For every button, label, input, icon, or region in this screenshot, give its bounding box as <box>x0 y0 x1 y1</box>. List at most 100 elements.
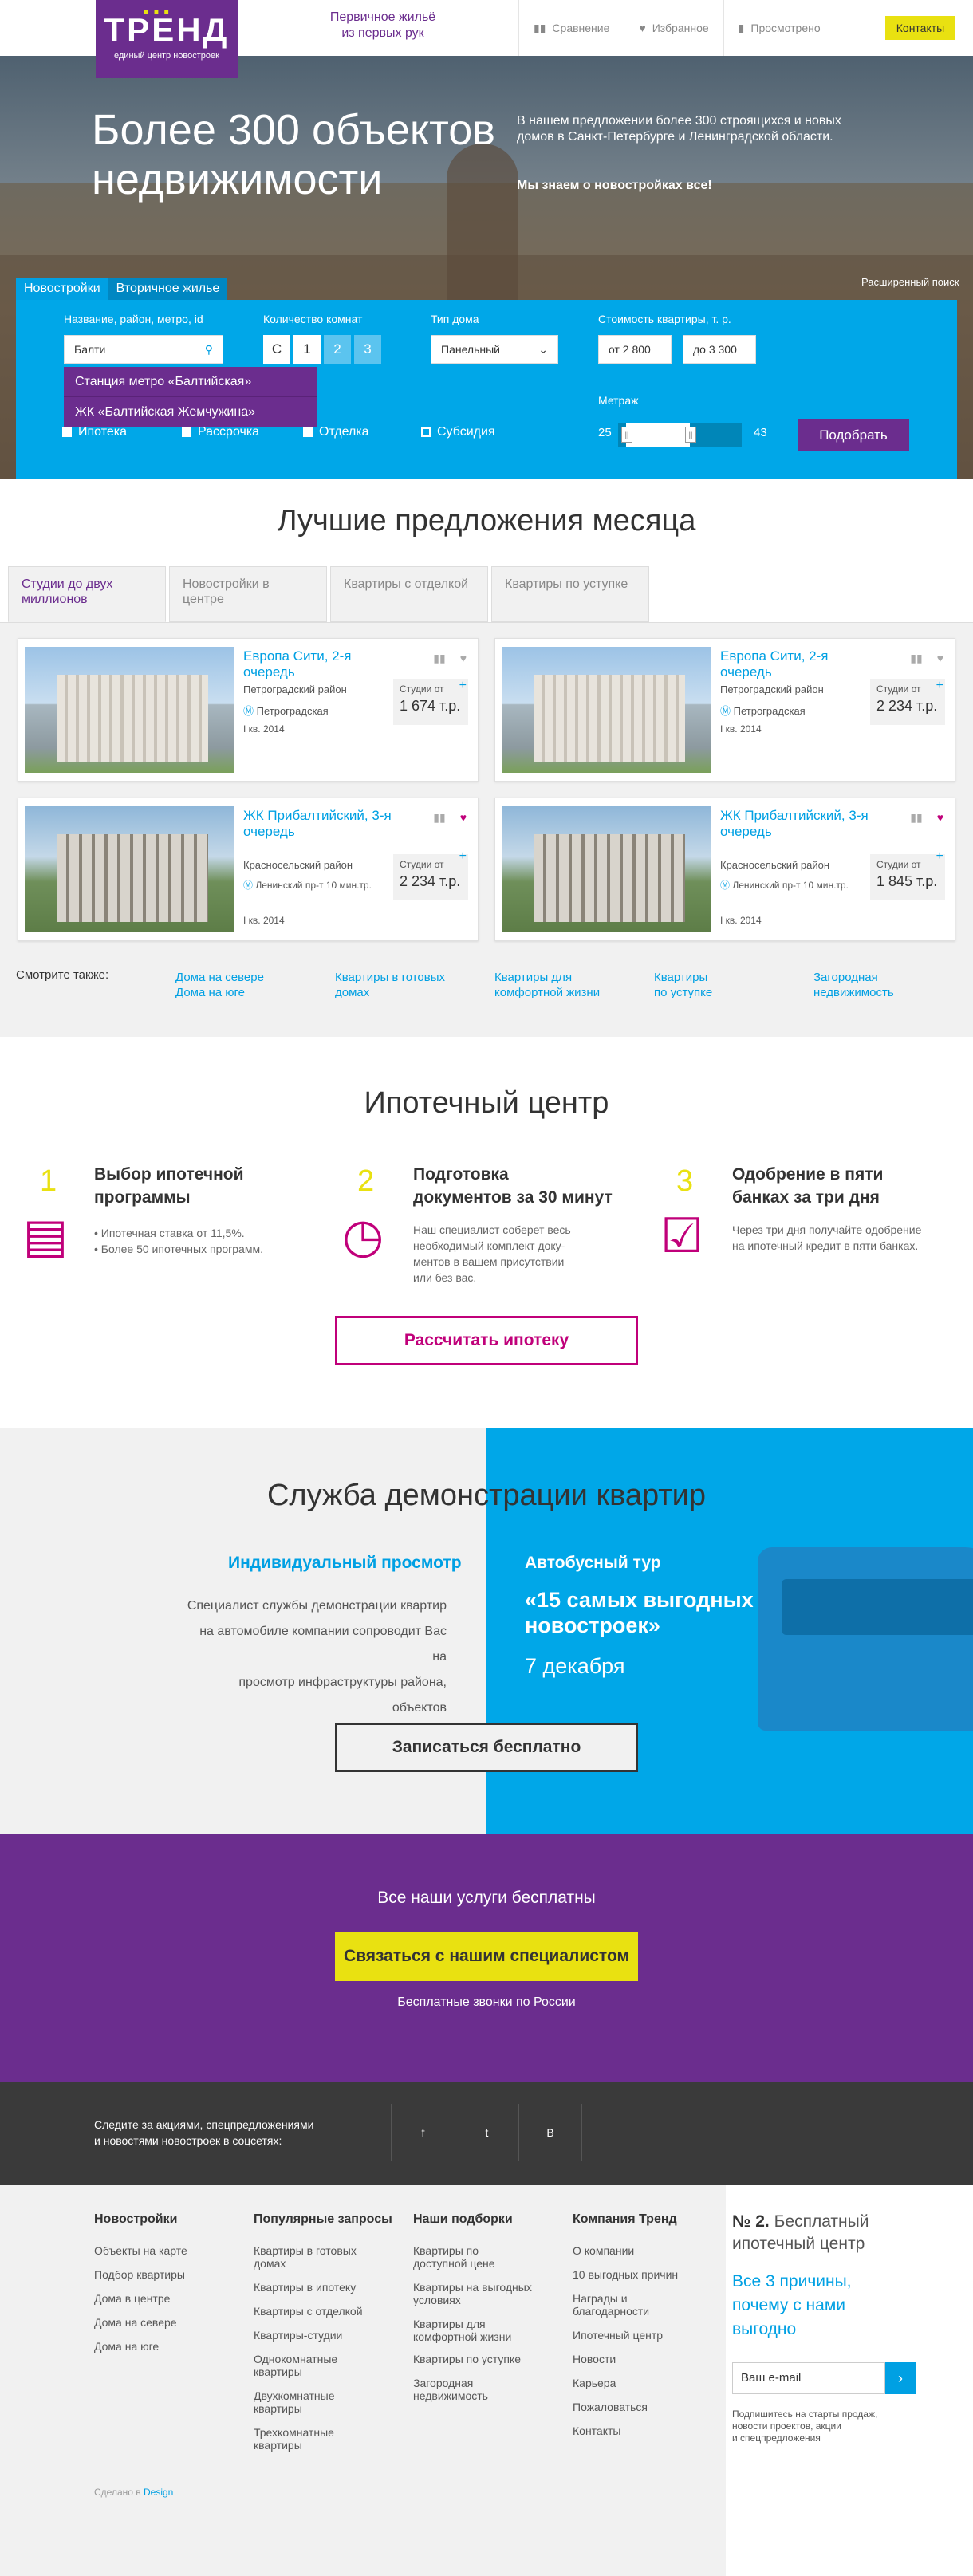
tab-center[interactable]: Новостройки в центре <box>169 566 327 622</box>
search-tabs: Новостройки Вторичное жилье <box>16 278 228 300</box>
tab-secondary[interactable]: Вторичное жилье <box>108 278 228 300</box>
twitter-icon[interactable]: t <box>455 2104 518 2161</box>
nav-favorites[interactable]: ♥ Избранное <box>624 0 723 56</box>
chart-icon: ▮▮ <box>534 21 546 34</box>
see-also-link[interactable]: Квартиры в готовых домах <box>335 970 445 1000</box>
price-from-input[interactable]: от 2 800 <box>598 335 672 364</box>
footer-link[interactable]: Дома на юге <box>94 2340 159 2353</box>
email-input[interactable]: Ваш e-mail <box>732 2362 885 2394</box>
footer-link[interactable]: Ипотечный центр <box>573 2329 663 2342</box>
offer-card[interactable]: Европа Сити, 2-я очередь ▮▮ ♥ Петроградск… <box>494 638 955 782</box>
heart-icon[interactable]: ♥ <box>460 652 467 665</box>
compare-icon[interactable]: ▮▮ <box>433 811 445 825</box>
house-select[interactable]: Панельный ⌄ <box>431 335 558 364</box>
nav-compare[interactable]: ▮▮ Сравнение <box>518 0 624 56</box>
footer-link[interactable]: Квартиры с отделкой <box>254 2305 363 2318</box>
card-district: Красносельский район <box>243 859 353 871</box>
footer-link[interactable]: Дома на севере <box>94 2316 177 2329</box>
footer-link[interactable]: Контакты <box>573 2424 620 2437</box>
card-metro-label: Ленинский пр-т 10 мин.тр. <box>732 880 849 891</box>
heart-icon[interactable]: ♥ <box>937 811 943 825</box>
submit-search-button[interactable]: Подобрать <box>798 419 909 451</box>
suggestion-item[interactable]: Станция метро «Балтийская» <box>64 367 317 397</box>
footer-link[interactable]: О компании <box>573 2244 634 2257</box>
room-3[interactable]: 3 <box>354 335 381 364</box>
room-1[interactable]: 1 <box>293 335 321 364</box>
plus-icon[interactable]: + <box>459 679 467 693</box>
arrow-right-icon[interactable]: › <box>885 2362 916 2394</box>
see-also-link[interactable]: Квартиры для комфортной жизни <box>494 970 600 1000</box>
tab-assignment[interactable]: Квартиры по уступке <box>491 566 649 622</box>
card-actions: ▮▮ ♥ <box>433 652 467 665</box>
offer-card[interactable]: ЖК Прибалтийский, 3-я очередь ▮▮ ♥ Красно… <box>494 798 955 941</box>
compare-icon[interactable]: ▮▮ <box>910 652 922 665</box>
see-also-link[interactable]: Загородная недвижимость <box>813 970 894 1000</box>
heart-icon[interactable]: ♥ <box>460 811 467 825</box>
plus-icon[interactable]: + <box>936 849 943 864</box>
footer-link[interactable]: Новости <box>573 2353 616 2365</box>
footer-link[interactable]: Квартиры-студии <box>254 2329 342 2342</box>
footer-link[interactable]: Трехкомнатные квартиры <box>254 2426 334 2452</box>
plus-icon[interactable]: + <box>459 849 467 864</box>
checkbox-subsidy[interactable]: Субсидия <box>421 425 495 439</box>
footer-link[interactable]: Квартиры в готовых домах <box>254 2244 357 2270</box>
footer-link[interactable]: Пожаловаться <box>573 2401 648 2413</box>
card-title[interactable]: ЖК Прибалтийский, 3-я очередь <box>243 808 403 840</box>
card-title[interactable]: Европа Сити, 2-я очередь <box>720 648 880 680</box>
bus-tour-name: «15 самых выгодных новостроек» <box>525 1588 754 1637</box>
suggestion-item[interactable]: ЖК «Балтийская Жемчужина» <box>64 397 317 427</box>
name-input[interactable]: Балти ⚲ <box>64 335 223 364</box>
slider-handle-min[interactable]: || <box>621 427 632 443</box>
plus-icon[interactable]: + <box>936 679 943 693</box>
footer-link[interactable]: Объекты на карте <box>94 2244 187 2257</box>
footer-link[interactable]: Награды и благодарности <box>573 2292 649 2318</box>
tab-studios[interactable]: Студии до двух миллионов <box>8 566 166 622</box>
footer-link[interactable]: Подбор квартиры <box>94 2268 185 2281</box>
footer-link[interactable]: Квартиры в ипотеку <box>254 2281 356 2294</box>
footer-link[interactable]: Квартиры для комфортной жизни <box>413 2318 511 2343</box>
footer-link[interactable]: Дома в центре <box>94 2292 170 2305</box>
footer-link[interactable]: Однокомнатные квартиры <box>254 2353 337 2378</box>
footer-link[interactable]: Карьера <box>573 2377 616 2389</box>
footer-link[interactable]: 10 выгодных причин <box>573 2268 678 2281</box>
sign-up-button[interactable]: Записаться бесплатно <box>335 1723 638 1772</box>
footer-link[interactable]: Квартиры по доступной цене <box>413 2244 495 2270</box>
card-title[interactable]: Европа Сити, 2-я очередь <box>243 648 403 680</box>
hero-title: Более 300 объектов недвижимости <box>92 106 495 203</box>
room-2[interactable]: 2 <box>324 335 351 364</box>
offer-card[interactable]: Европа Сити, 2-я очередь ▮▮ ♥ Петроградск… <box>18 638 479 782</box>
contacts-button[interactable]: Контакты <box>885 16 955 40</box>
advanced-search-link[interactable]: Расширенный поиск <box>861 276 959 288</box>
footer-link[interactable]: Двухкомнатные квартиры <box>254 2389 335 2415</box>
free-title: Все наши услуги бесплатны <box>377 1889 596 1907</box>
slider-handle-max[interactable]: || <box>685 427 696 443</box>
footer-link[interactable]: Квартиры по уступке <box>413 2353 521 2365</box>
facebook-icon[interactable]: f <box>391 2104 455 2161</box>
tab-finishing[interactable]: Квартиры с отделкой <box>330 566 488 622</box>
see-also-link[interactable]: Квартиры по уступке <box>654 970 712 1000</box>
card-price: Студии от 2 234 т.р. <box>393 854 468 900</box>
calculate-mortgage-button[interactable]: Рассчитать ипотеку <box>335 1316 638 1365</box>
heart-icon[interactable]: ♥ <box>937 652 943 665</box>
contact-specialist-button[interactable]: Связаться с нашим специалистом <box>335 1932 638 1981</box>
promo-link[interactable]: Все 3 причины, почему с нами выгодно <box>732 2270 852 2342</box>
compare-icon[interactable]: ▮▮ <box>433 652 445 665</box>
tab-new-buildings[interactable]: Новостройки <box>16 278 108 300</box>
footer-link[interactable]: Загородная недвижимость <box>413 2377 488 2402</box>
vk-icon[interactable]: В <box>518 2104 582 2161</box>
offer-card[interactable]: ЖК Прибалтийский, 3-я очередь ▮▮ ♥ Красно… <box>18 798 479 941</box>
compare-icon[interactable]: ▮▮ <box>910 811 922 825</box>
footer-link[interactable]: Квартиры на выгодных условиях <box>413 2281 532 2306</box>
card-title[interactable]: ЖК Прибалтийский, 3-я очередь <box>720 808 880 840</box>
see-also-link[interactable]: Дома на севере Дома на юге <box>175 970 264 1000</box>
step-number: 2 <box>357 1164 375 1198</box>
footer-col-title: Популярные запросы <box>254 2212 392 2226</box>
made-by-link[interactable]: Design <box>144 2487 173 2498</box>
nav-viewed[interactable]: ▮ Просмотрено <box>723 0 835 56</box>
area-slider[interactable]: || || <box>618 423 742 447</box>
price-to-input[interactable]: до 3 300 <box>683 335 756 364</box>
individual-title: Индивидуальный просмотр <box>228 1554 462 1572</box>
checkbox-box <box>421 427 431 437</box>
logo[interactable]: ■ ■ ■ ТРЕНД единый центр новостроек <box>96 0 238 78</box>
room-studio[interactable]: С <box>263 335 290 364</box>
